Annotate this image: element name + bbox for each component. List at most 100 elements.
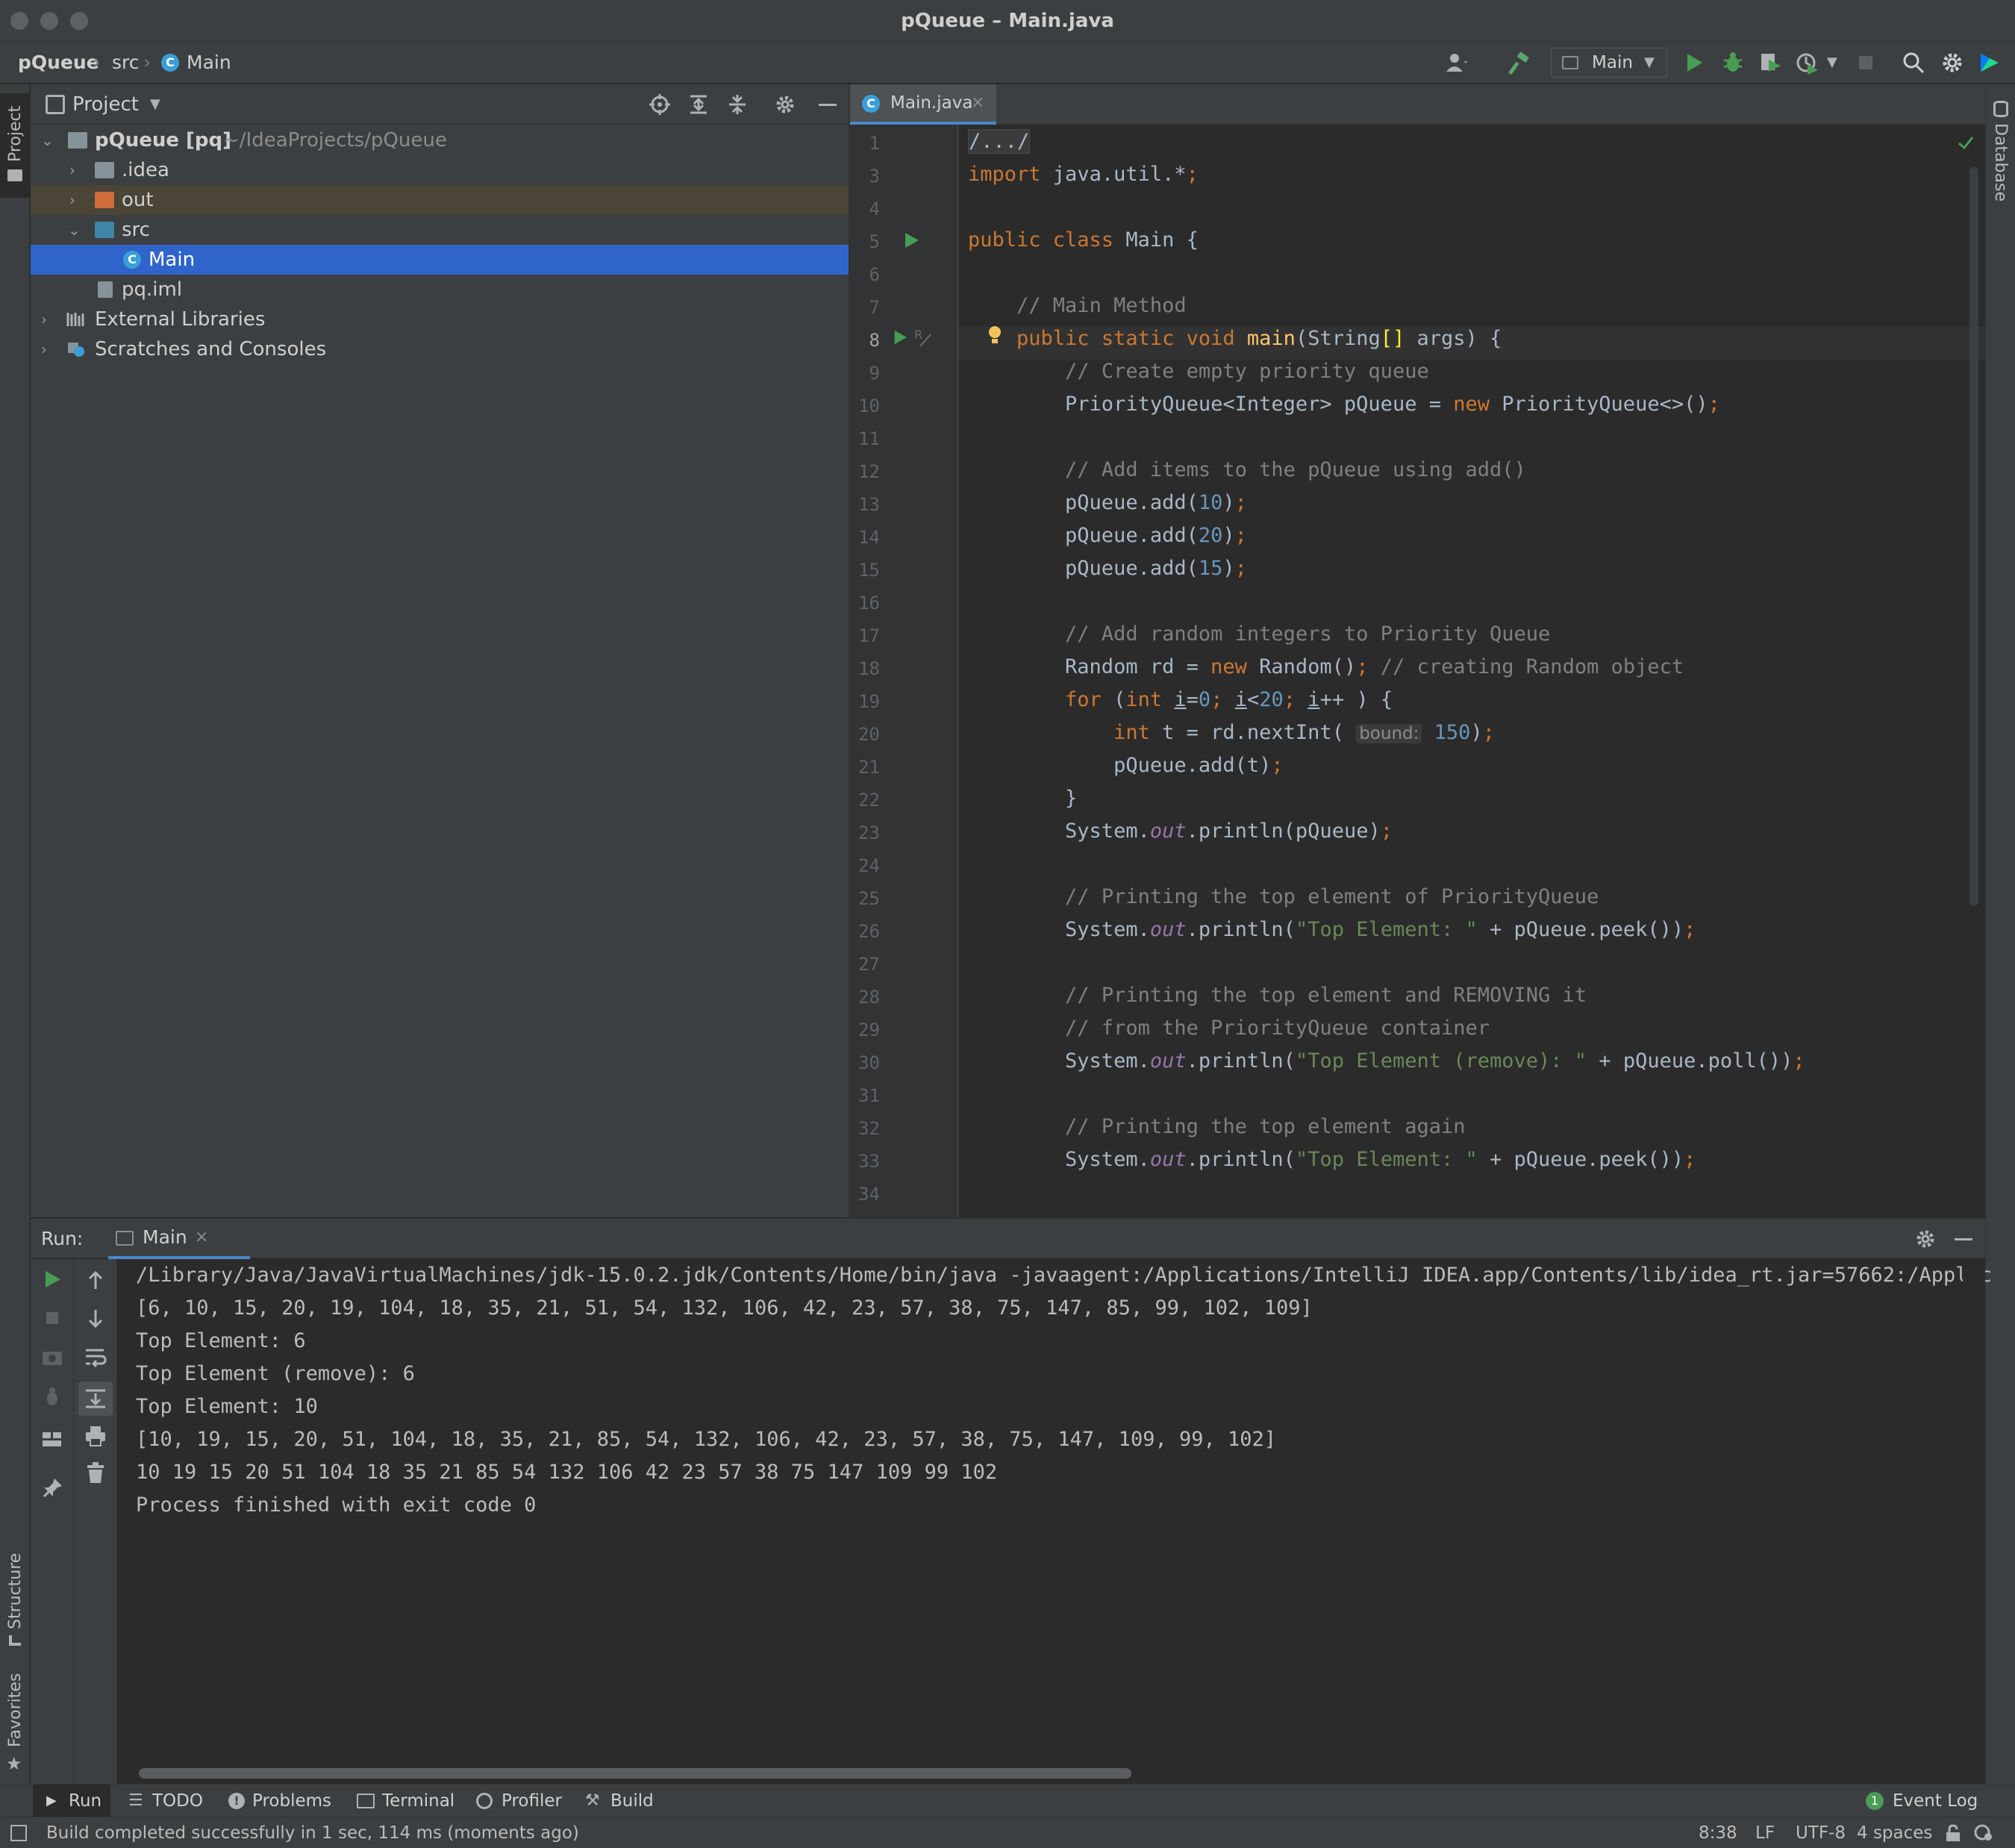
chevron-down-icon[interactable]: ▼ — [150, 84, 160, 125]
tool-run-button[interactable]: ▶ Run — [33, 1785, 110, 1817]
chevron-down-icon[interactable]: ⌄ — [68, 215, 81, 245]
line-number: 34 — [858, 1184, 880, 1205]
line-separator[interactable]: LF — [1755, 1817, 1775, 1848]
database-tool-button[interactable]: Database — [1986, 93, 2015, 213]
jetbrains-toolbox-icon[interactable] — [1976, 49, 2003, 76]
print-icon[interactable] — [84, 1425, 107, 1447]
lock-icon[interactable] — [1943, 1823, 1963, 1843]
minimize-icon[interactable] — [1955, 1238, 1972, 1240]
scroll-to-end-button[interactable] — [78, 1382, 113, 1416]
editor-tab-label: Main.java — [890, 93, 973, 113]
run-toolbar-secondary — [74, 1259, 117, 1784]
project-panel-title[interactable]: Project — [72, 84, 139, 125]
inspector-icon[interactable] — [1973, 1823, 1994, 1843]
chevron-down-icon[interactable]: ▼ — [1827, 42, 1837, 84]
console-horizontal-scrollbar[interactable] — [139, 1768, 1131, 1779]
tree-item-label: src — [122, 219, 150, 241]
library-icon — [66, 313, 84, 326]
expand-all-icon[interactable] — [687, 93, 710, 116]
line-number: 32 — [858, 1118, 880, 1139]
build-hammer-icon[interactable] — [1508, 49, 1534, 76]
line-number: 21 — [858, 757, 880, 778]
collapse-all-icon[interactable] — [726, 93, 749, 116]
close-icon[interactable]: × — [195, 1219, 208, 1256]
project-tool-button[interactable]: Project — [0, 93, 30, 198]
editor-scrollbar[interactable] — [1969, 167, 1978, 906]
locate-target-icon[interactable] — [649, 93, 671, 116]
chevron-right-icon[interactable]: › — [69, 155, 75, 185]
tree-item-pq-iml[interactable]: pq.iml — [31, 275, 849, 305]
indent-setting[interactable]: 4 spaces — [1857, 1817, 1932, 1848]
tree-item-label: Main — [149, 249, 196, 271]
gear-icon[interactable] — [1914, 1228, 1937, 1250]
breadcrumb-main[interactable]: Main — [187, 42, 231, 84]
file-encoding[interactable]: UTF-8 — [1796, 1817, 1846, 1848]
profile-icon[interactable] — [1794, 49, 1821, 76]
class-icon: C — [862, 95, 880, 113]
breadcrumb-project[interactable]: pQueue — [18, 42, 99, 84]
run-gutter-icon[interactable] — [902, 231, 920, 249]
coverage-icon[interactable] — [1757, 49, 1784, 76]
tree-item-idea[interactable]: › .idea — [31, 155, 849, 185]
event-log-button[interactable]: 1 Event Log — [1866, 1785, 1985, 1817]
arrow-down-icon[interactable] — [86, 1308, 105, 1329]
arrow-up-icon[interactable] — [86, 1270, 105, 1290]
favorites-tool-button[interactable]: Favorites ★ — [0, 1673, 30, 1777]
debug-disabled-icon[interactable] — [41, 1386, 63, 1408]
tool-terminal-button[interactable]: Terminal — [357, 1785, 461, 1817]
stop-icon[interactable] — [43, 1308, 62, 1328]
tree-item-project-root[interactable]: ⌄ pQueue [pq] ~/IdeaProjects/pQueue — [31, 125, 849, 155]
chevron-right-icon[interactable]: › — [69, 185, 75, 215]
trash-icon[interactable] — [86, 1462, 105, 1485]
search-icon[interactable] — [1900, 49, 1927, 76]
status-message[interactable]: Build completed successfully in 1 sec, 1… — [46, 1817, 579, 1848]
console-line: Top Element: 6 — [136, 1329, 306, 1352]
run-configuration-selector[interactable]: Main ▼ — [1551, 48, 1667, 78]
console-output[interactable]: /Library/Java/JavaVirtualMachines/jdk-15… — [118, 1259, 1992, 1784]
layout-icon[interactable] — [41, 1429, 63, 1449]
line-number: 6 — [869, 264, 880, 285]
tree-item-main[interactable]: C Main — [31, 245, 849, 275]
caret-position[interactable]: 8:38 — [1699, 1817, 1737, 1848]
structure-icon — [9, 1635, 21, 1646]
gear-icon[interactable] — [774, 93, 796, 116]
run-tab-main[interactable]: Main × — [108, 1219, 250, 1259]
chevron-down-icon[interactable]: ⌄ — [41, 125, 54, 155]
breadcrumb-src[interactable]: src — [112, 42, 140, 84]
soft-wrap-icon[interactable] — [84, 1347, 107, 1368]
tool-todo-button[interactable]: ☰ TODO — [128, 1785, 209, 1817]
rerun-icon[interactable] — [43, 1270, 62, 1289]
chevron-right-icon[interactable]: › — [41, 334, 47, 364]
run-gutter-icon[interactable] — [892, 328, 908, 346]
structure-tool-button[interactable]: Structure — [0, 1547, 30, 1652]
stop-icon[interactable] — [1852, 49, 1879, 76]
user-icon[interactable] — [1443, 49, 1470, 76]
line-number: 1 — [869, 133, 880, 154]
pin-icon[interactable] — [41, 1477, 63, 1499]
code-editor[interactable]: 1 3 4 5 6 7 8 9 10 11 12 13 14 15 16 17 18 19 20 21 22 23 24 25… — [850, 125, 1985, 1217]
camera-icon[interactable] — [41, 1347, 63, 1367]
chevron-right-icon[interactable]: › — [41, 305, 47, 334]
run-icon[interactable] — [1681, 49, 1708, 76]
tree-item-scratches[interactable]: › Scratches and Consoles — [31, 334, 849, 364]
title-bar: pQueue – Main.java — [0, 0, 2015, 42]
gear-icon[interactable] — [1939, 49, 1966, 76]
tree-item-src[interactable]: ⌄ src — [31, 215, 849, 245]
debug-icon[interactable] — [1719, 49, 1746, 76]
tree-item-label: pq.iml — [122, 278, 183, 301]
tool-problems-button[interactable]: ! Problems — [228, 1785, 333, 1817]
editor-tab-main-java[interactable]: C Main.java × — [850, 84, 996, 125]
tree-item-external-libraries[interactable]: › External Libraries — [31, 305, 849, 334]
tool-windows-icon[interactable] — [10, 1825, 27, 1841]
tool-profiler-button[interactable]: Profiler — [476, 1785, 566, 1817]
minimize-icon[interactable] — [819, 104, 837, 106]
tree-item-out[interactable]: › out — [31, 185, 849, 215]
code-line-3: import java.util.*; — [968, 163, 1199, 186]
left-tool-window-stripe: Project Structure Favorites ★ — [0, 84, 30, 1784]
favorites-tool-label: Favorites — [6, 1673, 25, 1747]
console-line: Top Element: 10 — [136, 1395, 318, 1418]
tool-build-button[interactable]: ⚒ Build — [585, 1785, 660, 1817]
line-number: 30 — [858, 1052, 880, 1073]
code-line-20: int t = rd.nextInt( bound: 150); — [1113, 721, 1495, 744]
close-icon[interactable]: × — [971, 84, 984, 122]
